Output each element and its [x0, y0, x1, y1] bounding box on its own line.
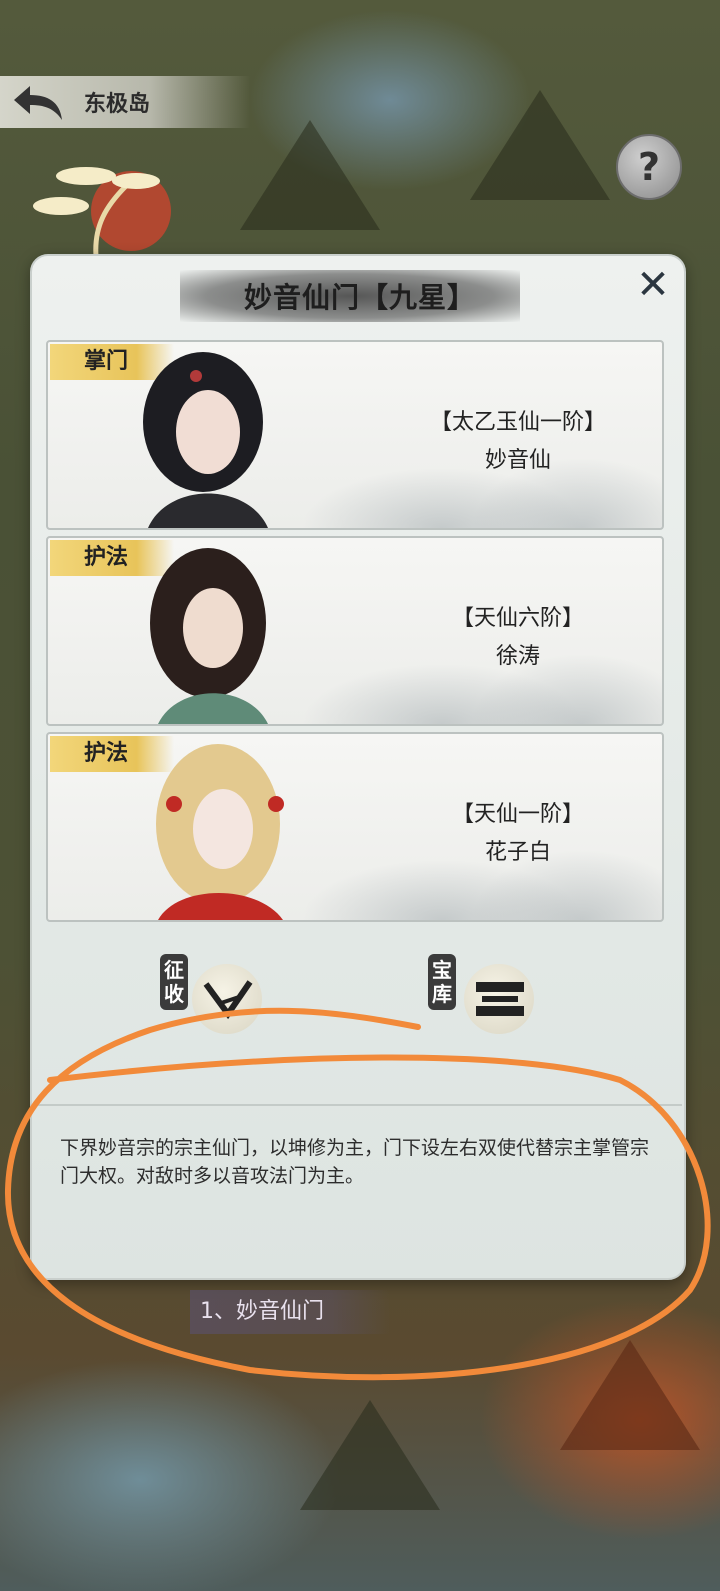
region-title: 东极岛	[84, 92, 151, 117]
mountain-deco	[560, 1340, 700, 1450]
sect-description: 下界妙音宗的宗主仙门，以坤修为主，门下设左右双使代替宗主掌管宗门大权。对敌时多以…	[60, 1137, 650, 1187]
member-rank: 【太乙玉仙一阶】	[429, 410, 606, 435]
member-name: 徐涛	[495, 644, 540, 669]
mountain-deco	[240, 120, 380, 230]
mountain-deco	[470, 90, 610, 200]
section-label[interactable]: 1、妙音仙门	[190, 1290, 390, 1334]
member-card[interactable]: 护法 【天仙一阶】 花子白	[46, 732, 664, 922]
member-card[interactable]: 掌门 【太乙玉仙一阶】 妙音仙	[46, 340, 664, 530]
divider	[30, 1104, 682, 1106]
avatar	[143, 352, 268, 528]
treasury-label: 宝库	[428, 954, 456, 1010]
mountain-deco	[300, 1400, 440, 1510]
scroll-icon	[203, 980, 253, 1020]
treasure-chest-icon	[476, 982, 524, 1016]
collect-label: 征收	[160, 954, 188, 1010]
help-button[interactable]: ?	[616, 134, 682, 200]
collect-button[interactable]: 征收	[160, 950, 270, 1040]
panel-title: 妙音仙门【九星】	[243, 281, 476, 314]
pine-tree-icon	[33, 167, 171, 256]
back-arrow-icon[interactable]	[8, 82, 66, 124]
avatar	[156, 744, 284, 920]
member-name: 花子白	[484, 840, 551, 865]
member-rank: 【天仙六阶】	[451, 606, 584, 631]
avatar	[150, 548, 268, 724]
close-button[interactable]: ✕	[630, 262, 676, 308]
member-card[interactable]: 护法 【天仙六阶】 徐涛	[46, 536, 664, 726]
treasury-button[interactable]: 宝库	[428, 950, 538, 1040]
member-rank: 【天仙一阶】	[451, 802, 584, 827]
member-name: 妙音仙	[484, 448, 551, 473]
